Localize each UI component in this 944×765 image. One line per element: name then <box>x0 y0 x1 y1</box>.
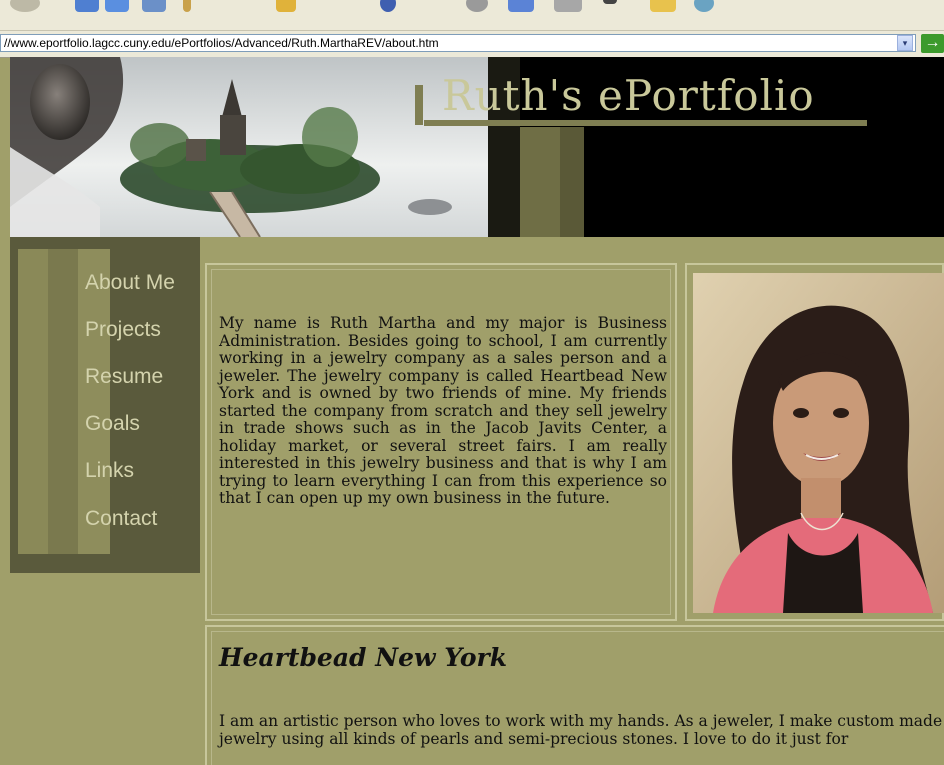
url-dropdown-icon[interactable]: ▾ <box>897 35 913 51</box>
sidebar-stripe <box>48 249 78 554</box>
banner-photo <box>10 57 488 237</box>
nav-projects[interactable]: Projects <box>85 318 161 342</box>
intro-panel: My name is Ruth Martha and my major is B… <box>205 263 677 621</box>
edit-icon[interactable] <box>603 0 617 4</box>
refresh-icon[interactable] <box>105 0 129 12</box>
title-underline <box>424 120 867 126</box>
banner-olive-stripe <box>560 127 584 237</box>
section-heading: Heartbead New York <box>219 643 508 672</box>
nav-links[interactable]: Links <box>85 459 134 483</box>
banner-olive-stripe <box>520 127 560 237</box>
favorites-icon[interactable] <box>276 0 296 12</box>
profile-photo-image <box>693 273 944 613</box>
intro-paragraph: My name is Ruth Martha and my major is B… <box>219 314 667 507</box>
sidebar-nav: About Me Projects Resume Goals Links Con… <box>10 237 200 573</box>
banner-landscape-image <box>10 57 488 237</box>
profile-photo <box>693 273 944 613</box>
site-title: Ruth's ePortfolio <box>442 71 815 120</box>
section-paragraph: I am an artistic person who loves to wor… <box>219 712 943 748</box>
nav-goals[interactable]: Goals <box>85 412 140 436</box>
media-icon[interactable] <box>380 0 396 12</box>
stop-icon[interactable] <box>75 0 99 12</box>
banner: Ruth's ePortfolio <box>10 57 944 237</box>
nav-resume[interactable]: Resume <box>85 365 163 389</box>
history-icon[interactable] <box>466 0 488 12</box>
nav-about-me[interactable]: About Me <box>85 271 175 295</box>
profile-photo-frame <box>685 263 944 621</box>
sidebar-stripe <box>18 249 48 554</box>
search-icon[interactable] <box>183 0 191 12</box>
browser-toolbar <box>0 0 944 30</box>
discuss-icon[interactable] <box>650 0 676 12</box>
webpage: Ruth's ePortfolio About Me Projects Resu… <box>10 57 944 765</box>
url-text: //www.eportfolio.lagcc.cuny.edu/ePortfol… <box>4 36 439 50</box>
address-bar: //www.eportfolio.lagcc.cuny.edu/ePortfol… <box>0 30 944 58</box>
heartbead-section: Heartbead New York I am an artistic pers… <box>205 625 944 765</box>
messenger-icon[interactable] <box>694 0 714 12</box>
mail-icon[interactable] <box>508 0 534 12</box>
home-icon[interactable] <box>142 0 166 12</box>
back-icon[interactable] <box>10 0 40 12</box>
title-accent-bar <box>415 85 423 125</box>
print-icon[interactable] <box>554 0 582 12</box>
url-input[interactable]: //www.eportfolio.lagcc.cuny.edu/ePortfol… <box>0 34 916 52</box>
nav-contact[interactable]: Contact <box>85 507 157 531</box>
go-button[interactable]: → <box>921 34 944 53</box>
